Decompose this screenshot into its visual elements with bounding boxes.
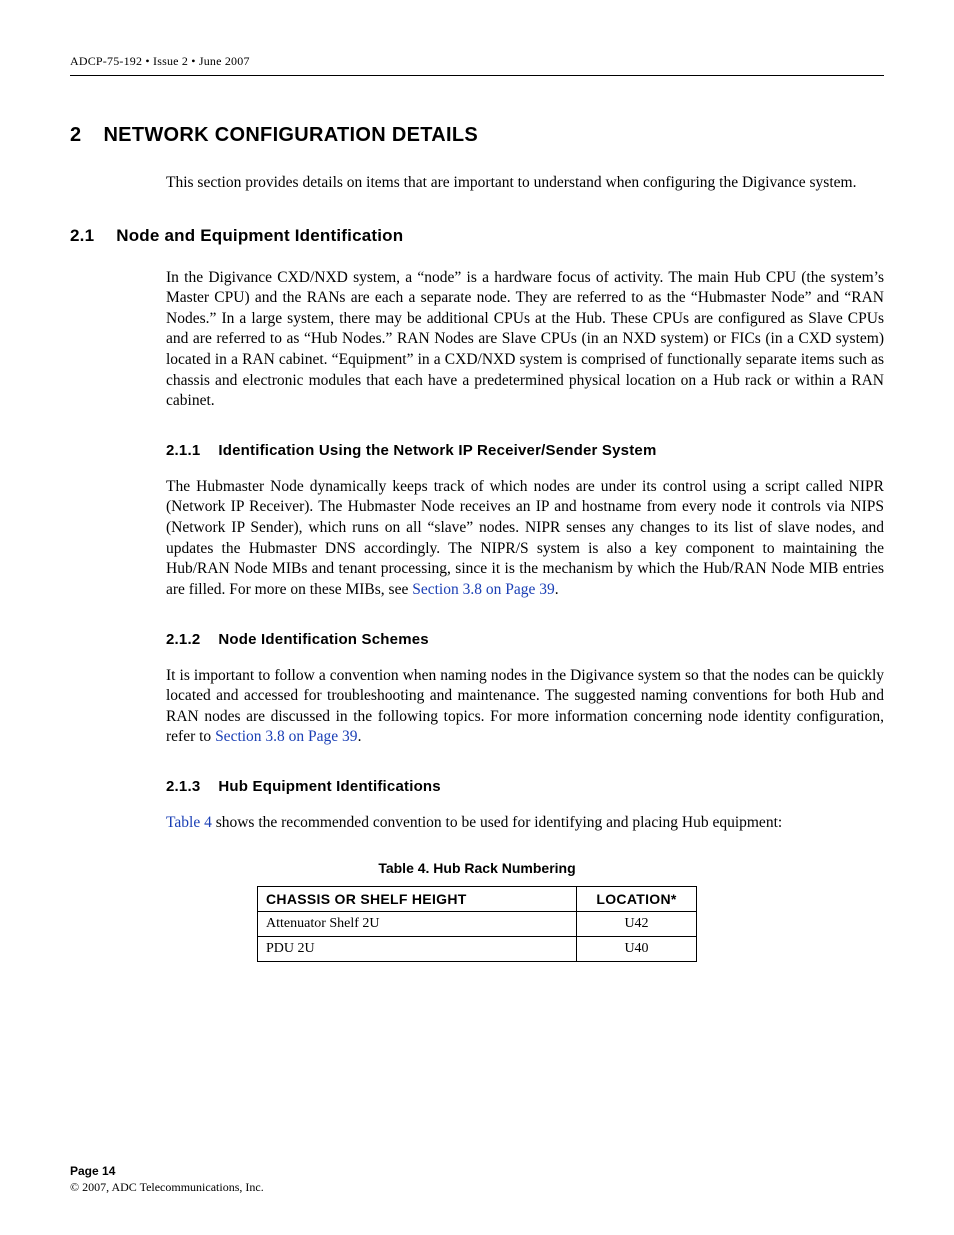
section-2-1-2-body: It is important to follow a convention w… (166, 666, 884, 748)
heading-2-1-2-title: Node Identification Schemes (218, 631, 428, 648)
table-4: CHASSIS OR SHELF HEIGHT LOCATION* Attenu… (257, 886, 697, 962)
copyright-line: © 2007, ADC Telecommunications, Inc. (70, 1180, 264, 1195)
section-2-1-1-text-b: . (555, 581, 559, 598)
section-2-intro: This section provides details on items t… (166, 173, 884, 194)
header-rule (70, 75, 884, 76)
section-2-1-body: In the Digivance CXD/NXD system, a “node… (166, 268, 884, 412)
table-header-chassis: CHASSIS OR SHELF HEIGHT (258, 886, 577, 911)
table-cell-location: U42 (577, 911, 697, 936)
table-cell-chassis: PDU 2U (258, 936, 577, 961)
page-footer: Page 14 © 2007, ADC Telecommunications, … (70, 1164, 264, 1195)
table-header-location: LOCATION* (577, 886, 697, 911)
section-2-1-1-body: The Hubmaster Node dynamically keeps tra… (166, 477, 884, 601)
link-section-3-8-a[interactable]: Section 3.8 on Page 39 (412, 581, 555, 598)
table-row: PDU 2U U40 (258, 936, 697, 961)
heading-2-title: NETWORK CONFIGURATION DETAILS (103, 124, 478, 147)
header-doc-id: ADCP-75-192 • Issue 2 • June 2007 (70, 54, 884, 69)
heading-2: 2 NETWORK CONFIGURATION DETAILS (70, 124, 884, 147)
link-section-3-8-b[interactable]: Section 3.8 on Page 39 (215, 728, 358, 745)
table-cell-location: U40 (577, 936, 697, 961)
section-2-1-1-text-a: The Hubmaster Node dynamically keeps tra… (166, 478, 884, 598)
table-row: Attenuator Shelf 2U U42 (258, 911, 697, 936)
heading-2-1-3-title: Hub Equipment Identifications (218, 778, 440, 795)
heading-2-1-1-title: Identification Using the Network IP Rece… (218, 442, 656, 459)
table-header-row: CHASSIS OR SHELF HEIGHT LOCATION* (258, 886, 697, 911)
heading-2-1-title: Node and Equipment Identification (116, 226, 403, 246)
section-2-1-3-body: Table 4 shows the recommended convention… (166, 813, 884, 834)
heading-2-1-3-number: 2.1.3 (166, 778, 200, 795)
heading-2-1-1-number: 2.1.1 (166, 442, 200, 459)
link-table-4[interactable]: Table 4 (166, 814, 212, 831)
heading-2-1-2: 2.1.2 Node Identification Schemes (166, 631, 884, 648)
section-2-1-3-text: shows the recommended convention to be u… (212, 814, 782, 831)
table-cell-chassis: Attenuator Shelf 2U (258, 911, 577, 936)
heading-2-number: 2 (70, 124, 81, 147)
page-number: Page 14 (70, 1164, 264, 1178)
heading-2-1-2-number: 2.1.2 (166, 631, 200, 648)
heading-2-1: 2.1 Node and Equipment Identification (70, 226, 884, 246)
table-4-caption: Table 4. Hub Rack Numbering (70, 860, 884, 876)
section-2-1-2-text-b: . (358, 728, 362, 745)
heading-2-1-1: 2.1.1 Identification Using the Network I… (166, 442, 884, 459)
heading-2-1-3: 2.1.3 Hub Equipment Identifications (166, 778, 884, 795)
heading-2-1-number: 2.1 (70, 226, 94, 246)
